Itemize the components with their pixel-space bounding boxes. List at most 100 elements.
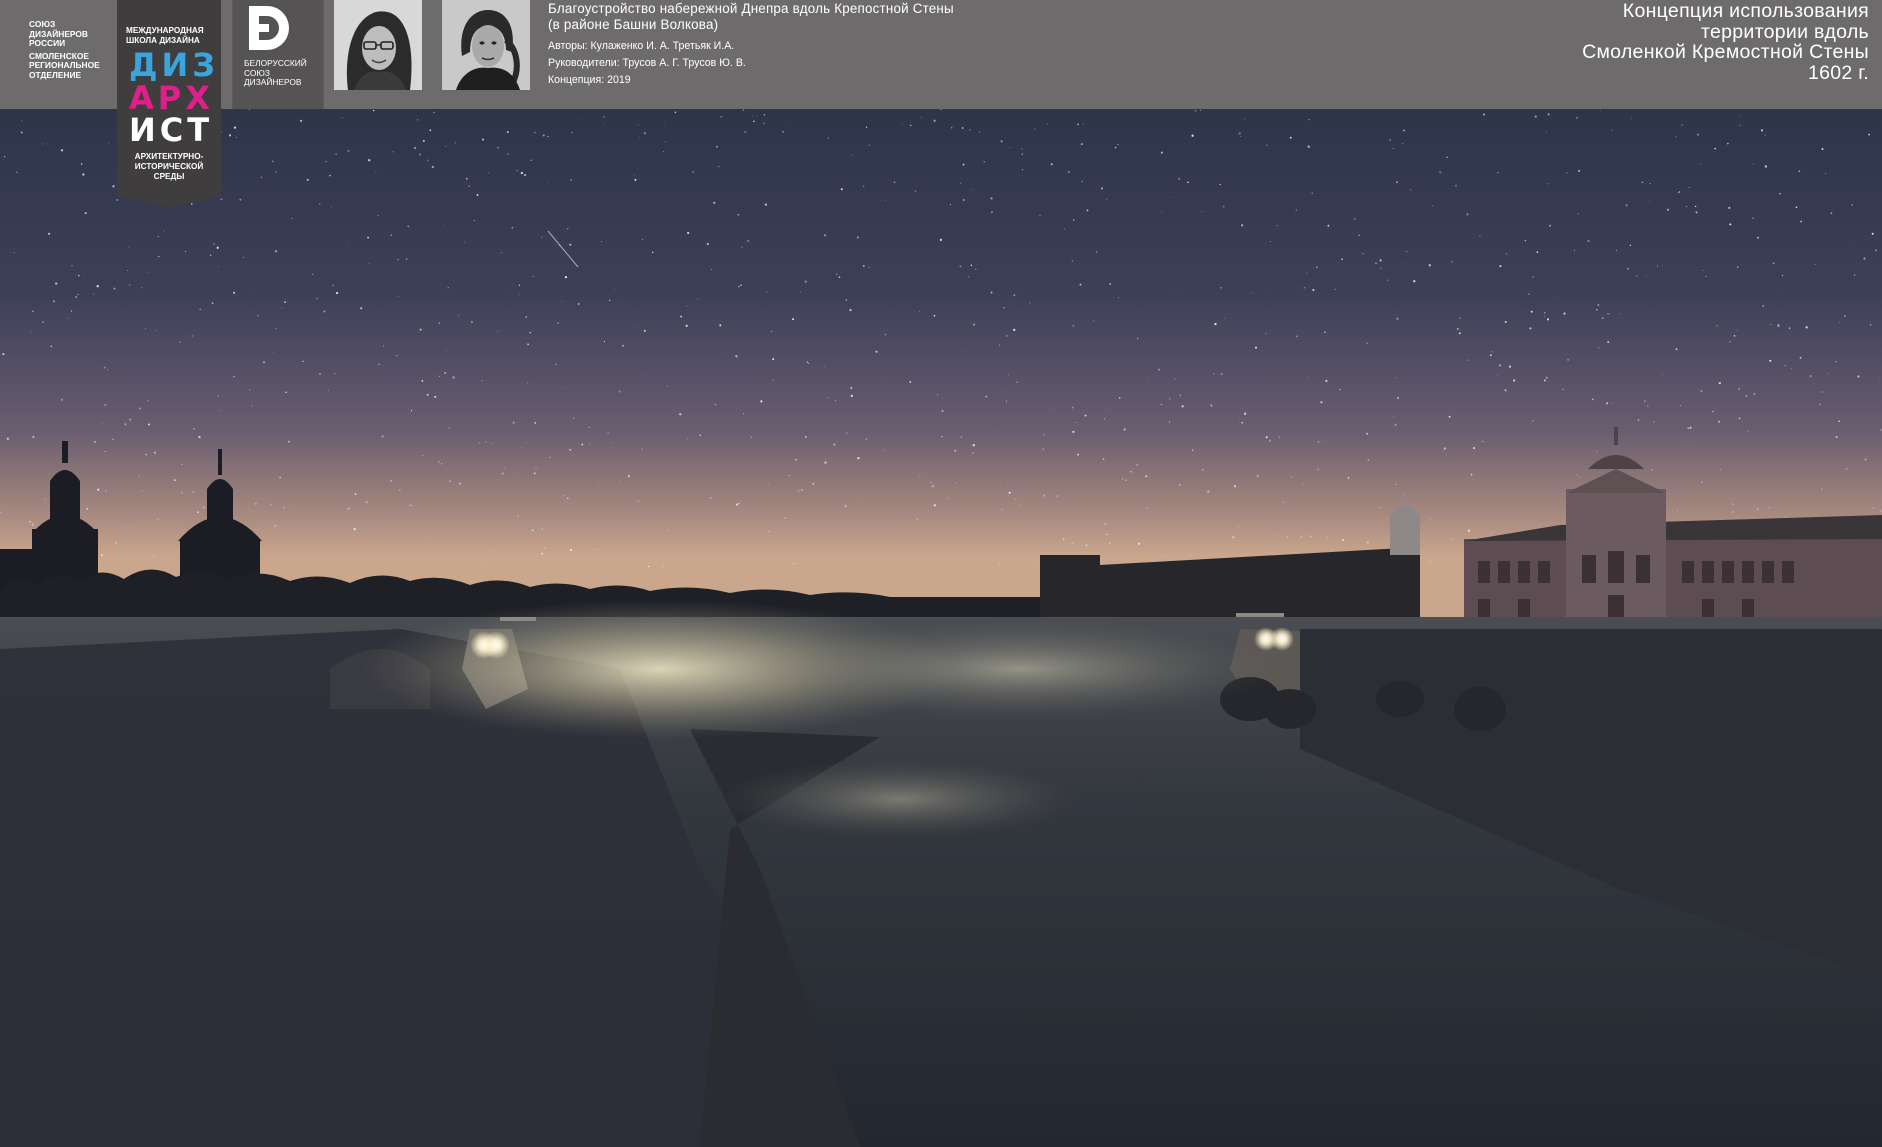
star: [1574, 249, 1575, 251]
star: [470, 321, 473, 323]
star: [533, 472, 536, 475]
star: [1458, 332, 1461, 335]
star: [772, 358, 775, 361]
star: [804, 280, 807, 283]
star: [1410, 189, 1412, 191]
star: [792, 318, 795, 321]
star: [1880, 429, 1882, 431]
star: [740, 246, 743, 249]
star: [1733, 335, 1736, 337]
star: [862, 265, 865, 267]
star: [390, 480, 392, 482]
star: [525, 316, 528, 318]
star: [563, 495, 565, 497]
star: [67, 317, 68, 319]
star: [868, 144, 871, 146]
star: [1161, 555, 1162, 557]
star: [1067, 170, 1070, 174]
star: [541, 528, 544, 530]
star: [1799, 356, 1802, 359]
star: [1776, 333, 1778, 335]
star: [375, 172, 377, 174]
star: [1687, 427, 1690, 430]
star: [1160, 212, 1162, 213]
star: [454, 142, 456, 144]
star: [797, 489, 800, 492]
star: [1307, 376, 1309, 378]
star: [1392, 415, 1395, 417]
star: [104, 403, 107, 406]
star: [488, 172, 489, 174]
star: [1006, 335, 1008, 337]
star: [569, 549, 573, 552]
star: [465, 177, 468, 180]
star: [1181, 514, 1183, 516]
star: [489, 550, 491, 552]
star: [614, 289, 616, 290]
star: [1499, 265, 1502, 268]
star: [1662, 265, 1664, 267]
star: [1719, 468, 1721, 471]
star: [1769, 323, 1772, 326]
dizarh-school-label: Международная школа дизайна: [126, 26, 204, 45]
star: [28, 520, 31, 523]
star: [1530, 310, 1533, 313]
star: [680, 315, 683, 318]
star: [1077, 453, 1079, 456]
star: [104, 451, 106, 452]
star: [561, 301, 563, 302]
org-line-1: Союз дизайнеров России: [29, 19, 88, 49]
light-reflection: [720, 759, 1080, 839]
star: [341, 117, 343, 119]
star: [409, 504, 412, 507]
star: [663, 150, 665, 152]
star: [518, 293, 520, 295]
lamp-canopy: [500, 617, 536, 621]
star: [985, 395, 988, 398]
star: [1701, 481, 1703, 483]
star: [484, 440, 487, 443]
star: [1700, 390, 1703, 393]
star: [1118, 397, 1121, 399]
star: [193, 428, 195, 430]
star: [476, 193, 479, 196]
star: [1762, 305, 1765, 307]
star: [998, 562, 1001, 565]
star: [1238, 132, 1241, 135]
star: [1843, 315, 1846, 318]
star: [1220, 287, 1222, 289]
star: [960, 436, 963, 439]
star: [512, 421, 515, 424]
star: [274, 250, 278, 253]
star: [795, 458, 798, 461]
star: [2, 353, 5, 356]
star: [764, 203, 768, 206]
star: [933, 314, 936, 317]
star: [70, 310, 73, 312]
star: [1677, 509, 1679, 511]
author-photo-woman: [334, 0, 422, 90]
star: [335, 291, 339, 295]
star: [414, 147, 416, 149]
star: [438, 461, 440, 463]
star: [1576, 474, 1578, 476]
star: [1620, 313, 1622, 315]
star: [1607, 313, 1609, 315]
star: [1265, 436, 1268, 439]
star: [718, 165, 720, 168]
star: [1063, 228, 1065, 230]
star: [1601, 317, 1604, 319]
star: [129, 418, 132, 421]
star: [1781, 274, 1784, 277]
star: [511, 226, 514, 229]
star: [1324, 331, 1326, 334]
star: [969, 129, 971, 131]
star: [772, 379, 774, 381]
star: [824, 461, 827, 464]
star: [737, 213, 740, 216]
star: [1546, 183, 1549, 185]
star: [181, 463, 183, 465]
star: [239, 198, 242, 201]
star: [1316, 266, 1318, 269]
star: [1100, 187, 1103, 190]
